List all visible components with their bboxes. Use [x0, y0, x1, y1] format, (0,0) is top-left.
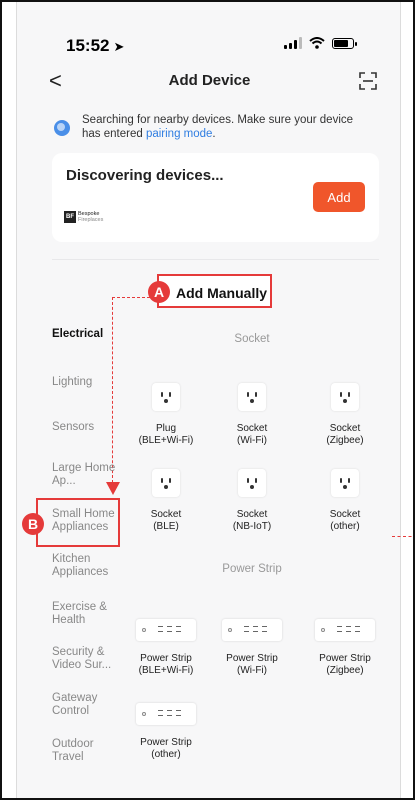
status-time-text: 15:52: [66, 36, 110, 55]
brand-logo: BF Bespoke Fireplaces: [64, 211, 103, 223]
socket-icon: [152, 469, 180, 497]
annotation-connector: [112, 297, 150, 298]
category-exercise-health[interactable]: Exercise & Health: [52, 601, 114, 627]
brand-mark: BF: [64, 211, 76, 223]
category-outdoor-travel[interactable]: Outdoor Travel: [52, 738, 108, 764]
socket-icon: [238, 383, 266, 411]
device-socket-wifi[interactable]: Socket (Wi-Fi): [210, 383, 294, 447]
annotation-connector-vertical: [112, 297, 113, 483]
category-sensors[interactable]: Sensors: [52, 421, 122, 434]
power-strip-icon: [315, 619, 375, 641]
device-power-strip-other[interactable]: Power Strip (other): [124, 703, 208, 761]
device-power-strip-zigbee[interactable]: Power Strip (Zigbee): [303, 619, 387, 677]
annotation-connector-right: [392, 536, 413, 537]
device-socket-other[interactable]: Socket (other): [303, 469, 387, 533]
location-icon: ➤: [113, 39, 125, 54]
power-strip-icon: [222, 619, 282, 641]
device-socket-nb-iot[interactable]: Socket (NB-IoT): [210, 469, 294, 533]
device-plug-ble-wifi[interactable]: Plug (BLE+Wi-Fi): [124, 383, 208, 447]
category-electrical[interactable]: Electrical: [52, 328, 122, 341]
section-title-power-strip: Power Strip: [222, 563, 282, 575]
socket-icon: [238, 469, 266, 497]
category-security-video[interactable]: Security & Video Sur...: [52, 646, 114, 672]
pairing-mode-link[interactable]: pairing mode: [146, 128, 212, 140]
marker-a: A: [148, 281, 170, 303]
category-large-home-appliances[interactable]: Large Home Ap...: [52, 462, 116, 488]
power-strip-icon: [136, 703, 196, 725]
divider: [52, 259, 379, 260]
category-lighting[interactable]: Lighting: [52, 376, 122, 389]
searching-notice: Searching for nearby devices. Make sure …: [82, 114, 354, 140]
cellular-signal-icon: [284, 37, 302, 49]
battery-icon: [332, 37, 357, 49]
wifi-icon: [309, 37, 325, 49]
device-socket-zigbee[interactable]: Socket (Zigbee): [303, 383, 387, 447]
power-strip-icon: [136, 619, 196, 641]
category-kitchen-appliances[interactable]: Kitchen Appliances: [52, 553, 116, 579]
screenshot-frame: 15:52 ➤ < Add Device Searching for nearby…: [0, 0, 415, 800]
discovering-title: Discovering devices...: [66, 167, 224, 184]
status-time: 15:52 ➤: [66, 36, 124, 56]
device-power-strip-wifi[interactable]: Power Strip (Wi-Fi): [210, 619, 294, 677]
small-home-appliances-highlight: [36, 498, 120, 547]
device-power-strip-ble-wifi[interactable]: Power Strip (BLE+Wi-Fi): [124, 619, 208, 677]
scan-qr-icon[interactable]: [359, 72, 377, 90]
add-manually-heading[interactable]: Add Manually: [176, 285, 267, 301]
socket-icon: [331, 469, 359, 497]
socket-icon: [152, 383, 180, 411]
category-gateway-control[interactable]: Gateway Control: [52, 692, 108, 718]
page-title: Add Device: [168, 72, 251, 89]
marker-b: B: [22, 513, 44, 535]
status-icons: [284, 37, 357, 49]
discovering-card: Discovering devices... Add BF Bespoke Fi…: [52, 153, 379, 242]
section-title-socket: Socket: [234, 333, 270, 345]
searching-icon: [54, 120, 70, 136]
brand-subtitle: Fireplaces: [78, 217, 104, 223]
device-socket-ble[interactable]: Socket (BLE): [124, 469, 208, 533]
add-button[interactable]: Add: [313, 182, 365, 212]
socket-icon: [331, 383, 359, 411]
